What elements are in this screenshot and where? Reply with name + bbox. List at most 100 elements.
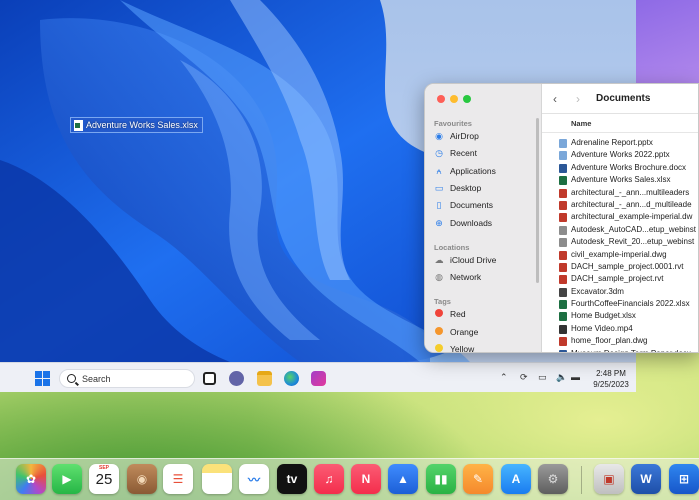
- display-icon[interactable]: ▭: [538, 372, 547, 383]
- apple-tv-icon[interactable]: tv: [277, 464, 307, 494]
- pptx-file-icon: [559, 139, 567, 148]
- sidebar-item-network[interactable]: ◍ Network: [434, 269, 481, 285]
- desktop-icon: ▭: [434, 183, 444, 193]
- system-settings-icon[interactable]: ⚙: [538, 464, 568, 494]
- sidebar-item-label: Documents: [450, 200, 493, 210]
- file-row[interactable]: Adrenaline Report.pptx: [542, 137, 698, 149]
- sidebar-item-icloud-drive[interactable]: ☁ iCloud Drive: [434, 252, 497, 268]
- search-icon: [67, 374, 76, 383]
- news-icon[interactable]: N: [351, 464, 381, 494]
- sidebar-item-airdrop[interactable]: ◉ AirDrop: [434, 128, 479, 144]
- pptx-file-icon: [559, 151, 567, 161]
- file-explorer-icon[interactable]: [257, 371, 272, 386]
- sidebar-tag-yellow[interactable]: Yellow: [434, 341, 474, 352]
- file-name: home_floor_plan.dwg: [571, 336, 648, 346]
- music-icon[interactable]: ♫: [314, 464, 344, 494]
- file-row[interactable]: FourthCoffeeFinancials 2022.xlsx: [542, 298, 698, 310]
- sidebar-item-label: AirDrop: [450, 131, 479, 141]
- file-name: architectural_-_ann...multileaders: [571, 187, 690, 197]
- sidebar-item-label: Orange: [450, 327, 479, 337]
- file-name: Adventure Works 2022.pptx: [571, 150, 670, 160]
- column-header-label: Name: [571, 119, 592, 128]
- file-row[interactable]: DACH_sample_project.0001.rvt: [542, 261, 698, 273]
- windows-start-icon[interactable]: [35, 371, 50, 386]
- contacts-icon[interactable]: ◉: [127, 464, 157, 494]
- file-row[interactable]: architectural_example-imperial.dw: [542, 211, 698, 223]
- file-row[interactable]: DACH_sample_project.rvt: [542, 273, 698, 285]
- sync-icon[interactable]: ⟳: [520, 372, 528, 383]
- finder-window[interactable]: Favourites ◉ AirDrop ◷ Recent ⍲ Applicat…: [424, 83, 699, 353]
- taskbar-search-box[interactable]: Search: [59, 369, 195, 388]
- file-row[interactable]: Home Video.mp4: [542, 323, 698, 335]
- sidebar-item-desktop[interactable]: ▭ Desktop: [434, 180, 481, 196]
- sidebar-item-downloads[interactable]: ⊕ Downloads: [434, 215, 492, 231]
- desktop-file-label: Adventure Works Sales.xlsx: [86, 120, 198, 130]
- file-row[interactable]: Excavator.3dm: [542, 286, 698, 298]
- file-row[interactable]: Adventure Works Sales.xlsx: [542, 174, 698, 186]
- cloud-icon: ☁: [434, 255, 444, 265]
- mac-wallpaper-corner: [636, 0, 699, 90]
- file-row[interactable]: Autodesk_Revit_20...etup_webinst: [542, 236, 698, 248]
- volume-icon[interactable]: 🔈: [556, 372, 567, 383]
- clock-time: 2:48 PM: [596, 369, 626, 378]
- file-row[interactable]: Autodesk_AutoCAD...etup_webinst: [542, 224, 698, 236]
- dwg-file-icon: [559, 337, 567, 347]
- finder-sidebar: Favourites ◉ AirDrop ◷ Recent ⍲ Applicat…: [425, 84, 542, 352]
- taskbar-clock[interactable]: 2:48 PM 9/25/2023: [588, 368, 634, 390]
- file-name: Home Video.mp4: [571, 323, 633, 333]
- sidebar-item-label: Recent: [450, 148, 477, 158]
- file-row[interactable]: Adventure Works 2022.pptx: [542, 149, 698, 161]
- freeform-icon[interactable]: 〰: [239, 464, 269, 494]
- file-name: Museum Design Term Paper.docx: [571, 349, 691, 352]
- sidebar-item-applications[interactable]: ⍲ Applications: [434, 163, 496, 179]
- finder-content: ‹ › Documents Name Adrenaline Report.ppt…: [542, 84, 698, 352]
- desktop-file-selected[interactable]: Adventure Works Sales.xlsx: [70, 117, 203, 133]
- sidebar-tag-red[interactable]: Red: [434, 306, 466, 322]
- word-icon[interactable]: W: [631, 464, 661, 494]
- favourites-header: Favourites: [434, 119, 472, 128]
- app-store-icon[interactable]: A: [501, 464, 531, 494]
- zoom-button[interactable]: [463, 95, 471, 103]
- file-row[interactable]: civil_example-imperial.dwg: [542, 249, 698, 261]
- xlsx-file-icon: [559, 176, 567, 186]
- pages-icon[interactable]: ✎: [463, 464, 493, 494]
- file-row[interactable]: Home Budget.xlsx: [542, 310, 698, 322]
- dwg-file-icon: [559, 213, 567, 223]
- windows-icon[interactable]: ⊞: [669, 464, 699, 494]
- notes-icon[interactable]: [202, 464, 232, 494]
- close-button[interactable]: [437, 95, 445, 103]
- store-icon[interactable]: [311, 371, 326, 386]
- minimize-button[interactable]: [450, 95, 458, 103]
- file-row[interactable]: Museum Design Term Paper.docx: [542, 348, 698, 352]
- reminders-icon[interactable]: ☰: [163, 464, 193, 494]
- column-header-name[interactable]: Name: [542, 114, 698, 133]
- back-arrow-icon[interactable]: ‹: [553, 92, 557, 106]
- windows-taskbar: Search ⌃ ⟳ ▭ 🔈 ▬ 2:48 PM 9/25/2023: [0, 362, 636, 392]
- teams-chat-icon[interactable]: [229, 371, 244, 386]
- sidebar-scrollbar[interactable]: [536, 118, 539, 283]
- keynote-icon[interactable]: ▲: [388, 464, 418, 494]
- chevron-up-icon[interactable]: ⌃: [500, 372, 508, 383]
- forward-arrow-icon[interactable]: ›: [576, 92, 580, 106]
- sidebar-item-label: Red: [450, 309, 466, 319]
- file-list: Adrenaline Report.pptx Adventure Works 20…: [542, 137, 698, 352]
- facetime-icon[interactable]: ▶: [52, 464, 82, 494]
- numbers-icon[interactable]: ▮▮: [426, 464, 456, 494]
- sidebar-tag-orange[interactable]: Orange: [434, 324, 478, 340]
- sidebar-item-recent[interactable]: ◷ Recent: [434, 145, 477, 161]
- folder-title: Documents: [596, 93, 651, 104]
- file-row[interactable]: architectural_-_ann...d_multileade: [542, 199, 698, 211]
- sidebar-item-documents[interactable]: ▯ Documents: [434, 197, 493, 213]
- taskbar-search-placeholder: Search: [82, 373, 111, 384]
- file-row[interactable]: Adventure Works Brochure.docx: [542, 162, 698, 174]
- task-view-icon[interactable]: [203, 372, 216, 385]
- docx-file-icon: [559, 163, 567, 173]
- calendar-icon[interactable]: SEP 25: [89, 464, 119, 494]
- battery-icon[interactable]: ▬: [571, 372, 580, 382]
- edge-icon[interactable]: [284, 371, 299, 386]
- file-row[interactable]: home_floor_plan.dwg: [542, 335, 698, 347]
- clock-date: 9/25/2023: [593, 380, 629, 389]
- remote-desktop-icon[interactable]: ▣: [594, 464, 624, 494]
- file-row[interactable]: architectural_-_ann...multileaders: [542, 187, 698, 199]
- photos-icon[interactable]: ✿: [16, 464, 46, 494]
